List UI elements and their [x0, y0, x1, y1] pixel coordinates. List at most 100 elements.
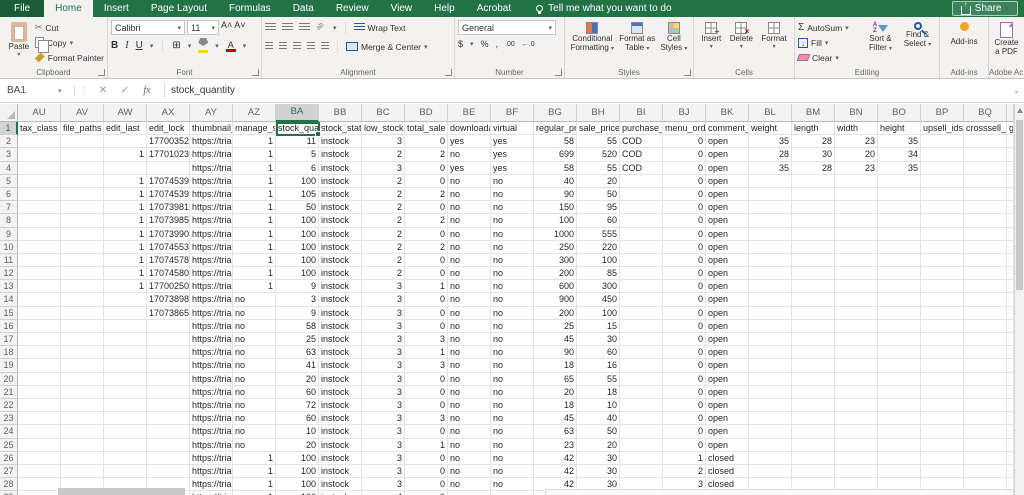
- cell-BG13[interactable]: 600: [534, 280, 577, 294]
- cell-BH12[interactable]: 85: [577, 267, 620, 281]
- cell-BM24[interactable]: [792, 425, 835, 439]
- cell-BQ24[interactable]: [964, 425, 1007, 439]
- cell-BQ19[interactable]: [964, 359, 1007, 373]
- cell-AU17[interactable]: [18, 333, 61, 347]
- cell-BB1[interactable]: stock_stat: [319, 122, 362, 136]
- cell-BC17[interactable]: 3: [362, 333, 405, 347]
- cell-BP16[interactable]: [921, 319, 964, 333]
- cell-AZ12[interactable]: 1: [233, 267, 276, 281]
- column-header-BC[interactable]: BC: [362, 104, 405, 122]
- cell-BE17[interactable]: no: [448, 333, 491, 347]
- row-header-17[interactable]: 17: [0, 333, 18, 347]
- cell-AV25[interactable]: [61, 438, 104, 452]
- cell-BM6[interactable]: [792, 187, 835, 202]
- cell-AY15[interactable]: https://tria: [190, 306, 233, 320]
- cell-BA28[interactable]: 100: [276, 478, 319, 492]
- cell-BI27[interactable]: [620, 464, 663, 479]
- cell-BF2[interactable]: yes: [491, 135, 534, 149]
- cell-BP1[interactable]: upsell_ids: [921, 122, 964, 136]
- cell-BH24[interactable]: 50: [577, 425, 620, 439]
- row-header-19[interactable]: 19: [0, 359, 18, 373]
- cell-AU15[interactable]: [18, 306, 61, 320]
- column-header-BH[interactable]: BH: [577, 104, 620, 122]
- cell-BD1[interactable]: total_sale: [405, 122, 448, 136]
- cell-BE24[interactable]: no: [448, 425, 491, 439]
- cell-AX7[interactable]: 1707398166: [147, 201, 190, 215]
- cell-BK15[interactable]: open: [706, 306, 749, 320]
- cell-BE16[interactable]: no: [448, 319, 491, 333]
- cell-AX19[interactable]: [147, 359, 190, 373]
- column-header-AV[interactable]: AV: [61, 104, 104, 122]
- cell-BD5[interactable]: 0: [405, 174, 448, 188]
- cell-AZ11[interactable]: 1: [233, 253, 276, 268]
- cell-BD18[interactable]: 1: [405, 346, 448, 360]
- cell-BE28[interactable]: no: [448, 478, 491, 492]
- cell-AX6[interactable]: 1707453972: [147, 187, 190, 202]
- cell-BO11[interactable]: [878, 253, 921, 268]
- column-header-BA[interactable]: BA: [276, 104, 319, 122]
- cell-AW14[interactable]: [104, 293, 147, 307]
- cell-AZ13[interactable]: 1: [233, 280, 276, 294]
- cell-BE4[interactable]: yes: [448, 161, 491, 175]
- cell-BA8[interactable]: 100: [276, 214, 319, 228]
- cell-AU19[interactable]: [18, 359, 61, 373]
- cell-BH2[interactable]: 55: [577, 135, 620, 149]
- cell-BE5[interactable]: no: [448, 174, 491, 188]
- column-header-BK[interactable]: BK: [706, 104, 749, 122]
- cell-AU12[interactable]: [18, 267, 61, 281]
- cell-BN3[interactable]: 20: [835, 148, 878, 162]
- cell-BB12[interactable]: instock: [319, 267, 362, 281]
- cell-AX10[interactable]: 1707455372: [147, 240, 190, 254]
- cell-BM17[interactable]: [792, 333, 835, 347]
- cell-BG23[interactable]: 45: [534, 412, 577, 426]
- cell-BA26[interactable]: 100: [276, 451, 319, 465]
- cell-BP10[interactable]: [921, 240, 964, 254]
- cell-BK4[interactable]: open: [706, 161, 749, 175]
- cell-BN10[interactable]: [835, 240, 878, 254]
- cell-BB29[interactable]: instock: [319, 491, 362, 495]
- cell-BB19[interactable]: instock: [319, 359, 362, 373]
- cell-BF11[interactable]: no: [491, 253, 534, 268]
- cell-AY6[interactable]: https://tria: [190, 187, 233, 202]
- cell-AU7[interactable]: [18, 201, 61, 215]
- align-right-icon[interactable]: [293, 42, 301, 51]
- cell-BA18[interactable]: 63: [276, 346, 319, 360]
- cell-AZ4[interactable]: 1: [233, 161, 276, 175]
- cell-BF10[interactable]: no: [491, 240, 534, 254]
- select-all-corner[interactable]: [0, 104, 18, 122]
- cell-BP21[interactable]: [921, 385, 964, 399]
- cell-BP15[interactable]: [921, 306, 964, 320]
- cell-BP11[interactable]: [921, 253, 964, 268]
- cell-BO26[interactable]: [878, 451, 921, 465]
- cell-BC4[interactable]: 3: [362, 161, 405, 175]
- cell-BL10[interactable]: [749, 240, 792, 254]
- cell-BK6[interactable]: open: [706, 187, 749, 202]
- cell-AX27[interactable]: [147, 464, 190, 479]
- cell-BK11[interactable]: open: [706, 253, 749, 268]
- cell-BM2[interactable]: 28: [792, 135, 835, 149]
- increase-indent-icon[interactable]: [321, 42, 329, 51]
- cell-BA17[interactable]: 25: [276, 333, 319, 347]
- cell-BP17[interactable]: [921, 333, 964, 347]
- cell-AW22[interactable]: [104, 398, 147, 413]
- cell-BA5[interactable]: 100: [276, 174, 319, 188]
- cell-BF19[interactable]: no: [491, 359, 534, 373]
- cell-BA9[interactable]: 100: [276, 227, 319, 241]
- cell-AV5[interactable]: [61, 174, 104, 188]
- cell-AU3[interactable]: [18, 148, 61, 162]
- cell-BH27[interactable]: 30: [577, 464, 620, 479]
- cell-BC24[interactable]: 3: [362, 425, 405, 439]
- column-header-AU[interactable]: AU: [18, 104, 61, 122]
- cell-AY28[interactable]: https://tria: [190, 478, 233, 492]
- cell-BA13[interactable]: 9: [276, 280, 319, 294]
- cell-AV20[interactable]: [61, 372, 104, 386]
- tab-file[interactable]: File: [0, 0, 45, 17]
- cell-BB5[interactable]: instock: [319, 174, 362, 188]
- cell-BL18[interactable]: [749, 346, 792, 360]
- cell-AV14[interactable]: [61, 293, 104, 307]
- cell-BK12[interactable]: open: [706, 267, 749, 281]
- cell-AW4[interactable]: [104, 161, 147, 175]
- cell-BG21[interactable]: 20: [534, 385, 577, 399]
- cell-partial3[interactable]: [1007, 148, 1014, 162]
- cell-AY25[interactable]: https://tria: [190, 438, 233, 452]
